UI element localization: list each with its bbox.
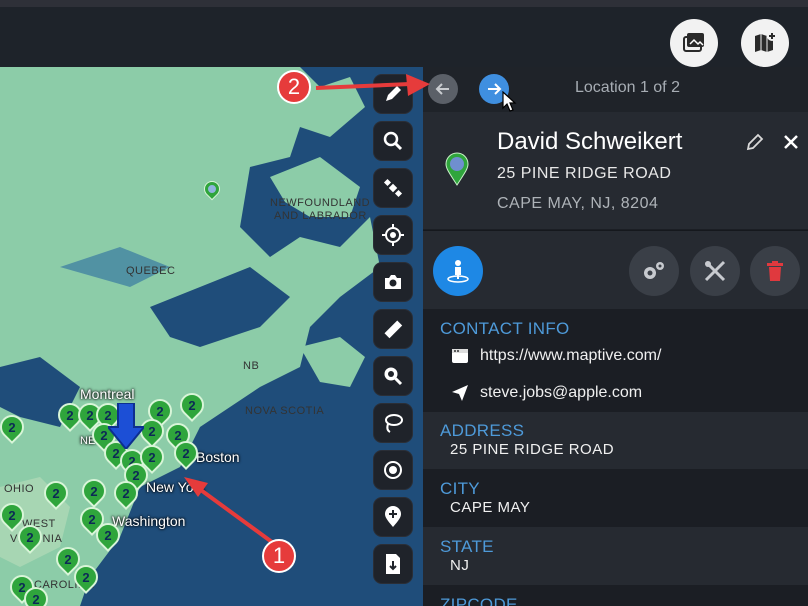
previous-location-button[interactable] xyxy=(428,74,458,104)
map-view[interactable]: NEWFOUNDLAND AND LABRADOR QUEBEC NB NOVA… xyxy=(0,67,423,606)
satellite-icon xyxy=(383,178,403,198)
field-label: STATE xyxy=(440,537,494,556)
selected-location-arrow-icon xyxy=(108,403,144,449)
add-location-icon xyxy=(385,506,401,527)
annotation-badge-1: 1 xyxy=(262,539,296,573)
send-icon xyxy=(450,384,470,402)
close-button[interactable] xyxy=(779,130,803,154)
tools-button[interactable] xyxy=(690,246,740,296)
mouse-cursor-icon xyxy=(502,91,517,112)
cluster-count: 2 xyxy=(52,485,60,501)
street-view-icon xyxy=(447,260,469,283)
cluster-count: 2 xyxy=(188,397,196,413)
website-link[interactable]: https://www.maptive.com/ xyxy=(480,347,661,365)
record-name: David Schweikert xyxy=(497,128,683,155)
location-counter: Location 1 of 2 xyxy=(575,79,680,96)
label-ohio: OHIO xyxy=(4,483,35,495)
add-location-tool-button[interactable] xyxy=(374,498,412,536)
cluster-count: 2 xyxy=(148,423,156,439)
crosshair-icon xyxy=(382,224,404,246)
cluster-count: 2 xyxy=(122,485,130,501)
zoom-search-icon xyxy=(384,367,403,386)
street-view-button[interactable] xyxy=(433,246,483,296)
target-icon xyxy=(384,461,402,479)
city-montreal: Montreal xyxy=(80,386,135,402)
browser-icon xyxy=(450,348,470,364)
record-header: David Schweikert 25 PINE RIDGE ROAD CAPE… xyxy=(423,112,808,229)
export-tool-button[interactable] xyxy=(374,545,412,583)
satellite-tool-button[interactable] xyxy=(374,169,412,207)
zoom-area-tool-button[interactable] xyxy=(374,357,412,395)
top-bar xyxy=(0,7,808,67)
gears-icon xyxy=(644,262,664,279)
cluster-count: 2 xyxy=(64,551,72,567)
delete-button[interactable] xyxy=(750,246,800,296)
arrow-right-icon xyxy=(488,83,502,95)
export-icon xyxy=(386,554,400,574)
website-row[interactable]: https://www.maptive.com/ xyxy=(450,347,661,365)
label-labrador: AND LABRADOR xyxy=(274,210,367,222)
map-toolbar xyxy=(374,75,412,592)
pencil-icon xyxy=(746,133,764,151)
settings-button[interactable] xyxy=(629,246,679,296)
tools-icon xyxy=(704,260,726,282)
close-icon xyxy=(784,135,798,149)
label-newfoundland: NEWFOUNDLAND xyxy=(270,197,371,209)
record-city-line: CAPE MAY, NJ, 8204 xyxy=(497,195,659,212)
ruler-icon xyxy=(384,320,403,339)
field-zipcode: ZIPCODE xyxy=(423,585,808,606)
field-value: 25 PINE RIDGE ROAD xyxy=(450,441,615,458)
field-label: CITY xyxy=(440,479,480,498)
location-marker-icon xyxy=(445,152,469,186)
city-washington: Washington xyxy=(112,513,186,529)
cluster-count: 2 xyxy=(8,419,16,435)
field-state: STATE NJ xyxy=(423,527,808,585)
label-quebec: QUEBEC xyxy=(126,265,176,277)
label-nova-scotia: NOVA SCOTIA xyxy=(245,405,325,417)
field-label: ADDRESS xyxy=(440,421,525,440)
record-address: 25 PINE RIDGE ROAD xyxy=(497,165,672,182)
gallery-button[interactable] xyxy=(670,19,718,67)
trash-icon xyxy=(767,261,783,281)
city-boston: Boston xyxy=(196,449,240,465)
images-icon xyxy=(683,33,704,52)
cluster-count: 2 xyxy=(90,483,98,499)
email-row[interactable]: steve.jobs@apple.com xyxy=(450,384,642,402)
window-top-strip xyxy=(0,0,808,7)
screenshot-tool-button[interactable] xyxy=(374,263,412,301)
arrow-left-icon xyxy=(435,83,449,95)
lasso-icon xyxy=(385,414,403,433)
search-tool-button[interactable] xyxy=(374,122,412,160)
location-nav-bar: Location 1 of 2 xyxy=(423,67,808,112)
contact-info-section: CONTACT INFO xyxy=(423,319,808,339)
location-details-panel: Location 1 of 2 David Schweikert 25 PINE… xyxy=(423,67,808,606)
locate-tool-button[interactable] xyxy=(374,216,412,254)
map-plus-icon xyxy=(755,31,777,52)
field-city: CITY CAPE MAY xyxy=(423,469,808,527)
contact-info-title: CONTACT INFO xyxy=(440,319,570,338)
cluster-count: 2 xyxy=(26,529,34,545)
label-nb: NB xyxy=(243,360,260,372)
cluster-count: 2 xyxy=(104,527,112,543)
field-label: ZIPCODE xyxy=(440,595,518,606)
add-map-button[interactable] xyxy=(741,19,789,67)
email-link[interactable]: steve.jobs@apple.com xyxy=(480,384,642,402)
field-address: ADDRESS 25 PINE RIDGE ROAD xyxy=(423,412,808,469)
search-icon xyxy=(383,131,403,151)
cluster-count: 2 xyxy=(82,569,90,585)
cluster-count: 2 xyxy=(8,507,16,523)
cluster-count: 2 xyxy=(32,591,40,606)
annotation-arrow-2 xyxy=(315,74,430,96)
field-value: NJ xyxy=(450,557,470,574)
record-actions xyxy=(423,230,808,309)
radius-tool-button[interactable] xyxy=(374,451,412,489)
lasso-tool-button[interactable] xyxy=(374,404,412,442)
annotation-badge-2: 2 xyxy=(277,70,311,104)
edit-button[interactable] xyxy=(743,130,767,154)
cluster-count: 2 xyxy=(182,445,190,461)
measure-tool-button[interactable] xyxy=(374,310,412,348)
camera-icon xyxy=(385,275,401,289)
field-value: CAPE MAY xyxy=(450,499,531,516)
